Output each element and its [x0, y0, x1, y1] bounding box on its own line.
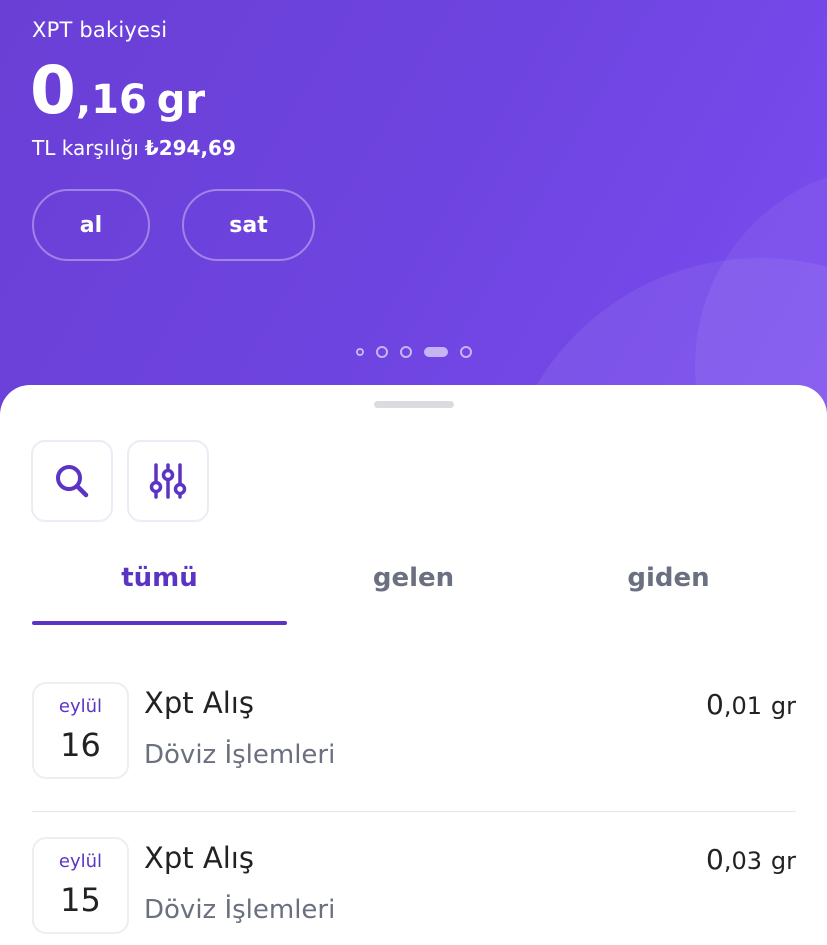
transactions-sheet: tümü gelen giden eylül 16 Xpt Alış Döviz…: [0, 385, 827, 945]
date-month: eylül: [58, 851, 103, 872]
search-icon: [56, 465, 89, 498]
balance-header: XPT bakiyesi 0,16 gr TL karşılığı ₺294,69 …: [0, 0, 827, 440]
search-button[interactable]: [31, 440, 113, 522]
amount-decimal: ,03: [723, 847, 762, 875]
date-day: 16: [60, 726, 101, 764]
transaction-title: Xpt Alış: [144, 686, 254, 720]
balance-amount: 0,16 gr: [30, 52, 205, 129]
transaction-amount: 0,03 gr: [706, 843, 796, 876]
sell-button[interactable]: sat: [182, 189, 315, 261]
amount-integer: 0: [705, 688, 724, 721]
tab-outgoing[interactable]: giden: [541, 563, 796, 593]
transaction-category: Döviz İşlemleri: [144, 740, 336, 770]
tl-value: ₺294,69: [144, 136, 236, 160]
transaction-title: Xpt Alış: [144, 841, 254, 875]
tab-incoming[interactable]: gelen: [286, 563, 541, 593]
row-divider: [32, 811, 796, 812]
page-indicator: [356, 346, 484, 358]
amount-unit: gr: [770, 847, 796, 875]
buy-button[interactable]: al: [32, 189, 150, 261]
balance-decimal: ,16: [75, 77, 147, 123]
tl-equivalent: TL karşılığı ₺294,69: [32, 136, 236, 160]
page-dot[interactable]: [376, 346, 388, 358]
page-dot[interactable]: [400, 346, 412, 358]
sliders-icon: [149, 463, 187, 499]
balance-label: XPT bakiyesi: [32, 18, 168, 42]
transaction-tabs: tümü gelen giden: [32, 563, 796, 625]
tab-all[interactable]: tümü: [32, 563, 287, 593]
date-badge: eylül 15: [32, 837, 129, 934]
page-dot[interactable]: [460, 346, 472, 358]
page-dot-active[interactable]: [424, 347, 448, 357]
transaction-category: Döviz İşlemleri: [144, 895, 336, 925]
transaction-row[interactable]: eylül 15 Xpt Alış Döviz İşlemleri 0,03 g…: [32, 837, 796, 937]
page-dot[interactable]: [356, 348, 364, 356]
amount-integer: 0: [705, 843, 724, 876]
transaction-row[interactable]: eylül 16 Xpt Alış Döviz İşlemleri 0,01 g…: [32, 682, 796, 782]
amount-decimal: ,01: [723, 692, 762, 720]
drag-handle[interactable]: [374, 401, 454, 408]
balance-unit: gr: [156, 77, 206, 123]
active-tab-indicator: [32, 621, 287, 625]
date-month: eylül: [58, 696, 103, 717]
transaction-amount: 0,01 gr: [706, 688, 796, 721]
amount-unit: gr: [770, 692, 796, 720]
date-badge: eylül 16: [32, 682, 129, 779]
balance-integer: 0: [30, 52, 76, 129]
date-day: 15: [60, 881, 101, 919]
tl-label: TL karşılığı: [32, 136, 139, 160]
filter-button[interactable]: [127, 440, 209, 522]
